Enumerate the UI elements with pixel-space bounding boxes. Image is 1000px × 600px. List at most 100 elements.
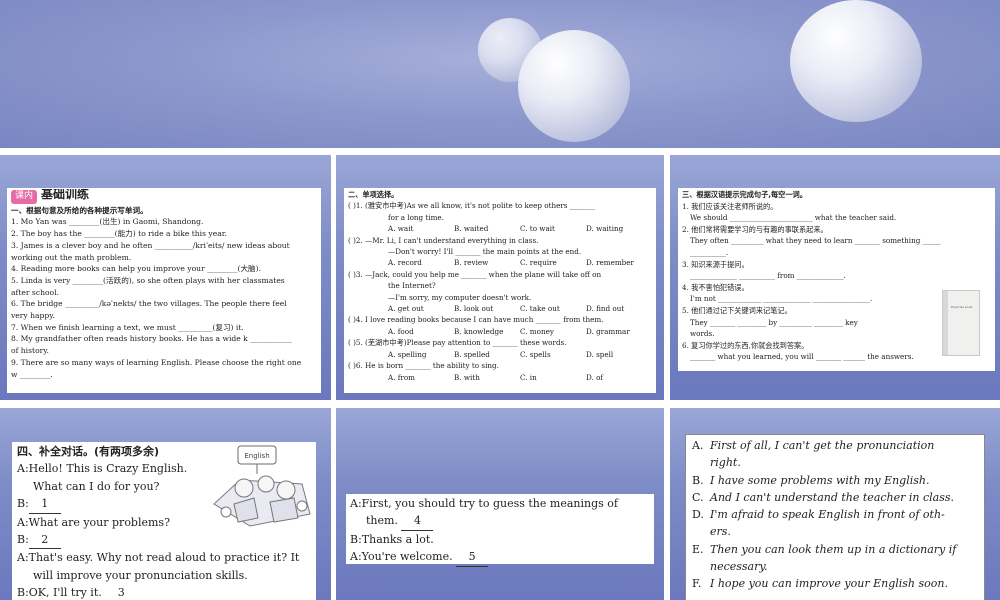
- exercise-line: 3. 知识来源于提问。: [682, 259, 749, 269]
- notebook-binding: [943, 291, 948, 355]
- option: B. spelled: [454, 349, 490, 359]
- option: D. remember: [586, 258, 634, 268]
- option: D. spell: [586, 349, 614, 359]
- answer-options: A. from B. with C. in D. of: [348, 372, 652, 383]
- dialogue-line: A:You're welcome. 5: [350, 548, 650, 567]
- exercise-line: w ________.: [11, 369, 53, 379]
- option-text: I'm afraid to speak English in front of …: [710, 508, 945, 522]
- english-sign-text: English: [244, 452, 269, 460]
- dialogue-line: will improve your pronunciation skills.: [33, 568, 248, 582]
- dialogue-line: A:First, you should try to guess the mea…: [350, 497, 618, 510]
- speaker: B:: [17, 497, 29, 511]
- option: A. from: [388, 372, 415, 382]
- option-f: F. I hope you can improve your English so…: [692, 575, 978, 592]
- option-b: B. I have some problems with my English.: [692, 472, 978, 489]
- option-text: And I can't understand the teacher in cl…: [710, 490, 955, 504]
- answer-options: A. record B. review C. require D. remember: [348, 257, 652, 268]
- option: B. look out: [454, 304, 494, 314]
- slide-vocabulary: 课内 基础训练 一、根据句意及所给的各种提示写单词。 1. Mo Yan was …: [0, 155, 331, 400]
- option-key: D.: [692, 508, 704, 522]
- option-c: C. And I can't understand the teacher in …: [692, 489, 978, 506]
- answer-options: A. wait B. waited C. to wait D. waiting: [348, 223, 652, 234]
- option: A. spelling: [388, 349, 427, 359]
- question-text: ( )3. —Jack, could you help me _______ w…: [348, 269, 602, 279]
- answer-blank-2[interactable]: 2: [28, 531, 61, 550]
- option: C. spells: [520, 349, 551, 359]
- option-a-cont: right.: [710, 456, 741, 470]
- section-heading: 三、根据汉语提示完成句子,每空一词。: [682, 190, 807, 199]
- option-key: F.: [692, 577, 702, 591]
- dialogue-line: them. 4: [350, 512, 650, 531]
- exercise-line: 6. The bridge _________/kəˈnekts/ the tw…: [11, 299, 287, 309]
- option: C. in: [520, 372, 537, 382]
- exercise-line: 2. 他们常将需要学习的与有趣的事联系起来。: [682, 224, 828, 234]
- slide-dialogue: 四、补全对话。(有两项多余) A:Hello! This is Crazy En…: [0, 408, 331, 600]
- question-text: ( )5. (芜湖市中考)Please pay attention to ___…: [348, 338, 567, 348]
- answer-blank-1[interactable]: 1: [28, 495, 61, 514]
- option-key: B.: [692, 473, 704, 487]
- exercise-line: working out the math problem.: [11, 252, 132, 262]
- dialogue-text: them.: [366, 514, 398, 528]
- option: D. find out: [586, 304, 625, 314]
- option-key: A.: [692, 439, 704, 452]
- option: A. get out: [388, 304, 424, 314]
- option: D. of: [586, 372, 604, 382]
- question-text: ( )6. He is born _______ the ability to …: [348, 361, 499, 371]
- lesson-badge: 课内: [11, 190, 38, 204]
- option-key: E.: [692, 542, 704, 556]
- option-e-cont: necessary.: [710, 560, 768, 574]
- option: D. grammar: [586, 326, 630, 336]
- exercise-line: 4. Reading more books can help you impro…: [11, 264, 262, 274]
- exercise-line: 8. My grandfather often reads history bo…: [11, 334, 292, 344]
- exercise-line: of history.: [11, 346, 49, 356]
- exercise-line: 3. James is a clever boy and he often __…: [11, 240, 290, 250]
- speaker: B:OK, I'll try it.: [17, 586, 102, 600]
- option: A. food: [388, 326, 414, 336]
- option-text: I have some problems with my English.: [710, 473, 930, 487]
- choice-worksheet: 二、单项选择。 ( )1. (雅安市中考)As we all know, it'…: [344, 188, 656, 393]
- option: D. waiting: [586, 224, 624, 234]
- option: A. record: [388, 258, 422, 268]
- question-text-cont: —Don't worry! I'll _______ the main poin…: [388, 247, 582, 257]
- dialogue-continued-box: A:First, you should try to guess the mea…: [346, 494, 654, 567]
- option: A. wait: [388, 224, 414, 234]
- speaker: B:: [17, 533, 29, 547]
- exercise-line: _____________ __________ from __________…: [690, 271, 846, 281]
- exercise-line: 5. Linda is very ________(活跃的), so she o…: [11, 275, 285, 285]
- exercise-line: We should _______________________ what t…: [690, 213, 897, 223]
- answer-options: A. get out B. look out C. take out D. find …: [348, 303, 652, 314]
- slide-sentence-completion: 三、根据汉语提示完成句子,每空一词。 1. 我们应该关注老师所说的。 We sh…: [670, 155, 1000, 400]
- answer-blank-3[interactable]: 3: [105, 584, 137, 600]
- option-d: D. I'm afraid to speak English in front o…: [692, 506, 978, 523]
- option-key: C.: [692, 490, 704, 504]
- dialogue-line: B:OK, I'll try it. 3: [17, 584, 311, 600]
- answer-blank-4[interactable]: 4: [401, 512, 434, 531]
- section-heading: 一、根据句意及所给的各种提示写单词。: [11, 205, 148, 215]
- worksheet-title: 基础训练: [41, 189, 90, 201]
- decorative-ball-medium: [518, 30, 630, 142]
- notebook-label: Exercise book: [951, 305, 973, 309]
- hero-banner: [0, 0, 1000, 148]
- option: B. knowledge: [454, 326, 504, 336]
- option-a: A. First of all, I can't get the pronunci…: [692, 437, 978, 454]
- option: B. review: [454, 258, 489, 268]
- dialogue-line: B: 2: [17, 531, 311, 550]
- exercise-line: 1. 我们应该关注老师所说的。: [682, 201, 778, 211]
- vocabulary-worksheet: 课内 基础训练 一、根据句意及所给的各种提示写单词。 1. Mo Yan was …: [7, 188, 321, 393]
- option-text: Then you can look them up in a dictionar…: [710, 542, 957, 556]
- option: B. with: [454, 372, 480, 382]
- option: B. waited: [454, 224, 489, 234]
- question-text-cont: for a long time.: [388, 212, 444, 222]
- option: C. money: [520, 326, 554, 336]
- option: C. to wait: [520, 224, 555, 234]
- slide-multiple-choice: 二、单项选择。 ( )1. (雅安市中考)As we all know, it'…: [336, 155, 664, 400]
- dialogue-line: A:That's easy. Why not read aloud to pra…: [17, 551, 300, 565]
- option: C. take out: [520, 304, 560, 314]
- exercise-line: after school.: [11, 287, 59, 297]
- dialogue-line: B:Thanks a lot.: [350, 532, 434, 546]
- question-text: ( )1. (雅安市中考)As we all know, it's not po…: [348, 201, 595, 211]
- question-text-cont: the Internet?: [388, 281, 436, 291]
- answer-blank-5[interactable]: 5: [456, 548, 489, 567]
- exercise-line: 9. There are so many ways of learning En…: [11, 357, 302, 367]
- exercise-line: 7. When we finish learning a text, we mu…: [11, 322, 244, 332]
